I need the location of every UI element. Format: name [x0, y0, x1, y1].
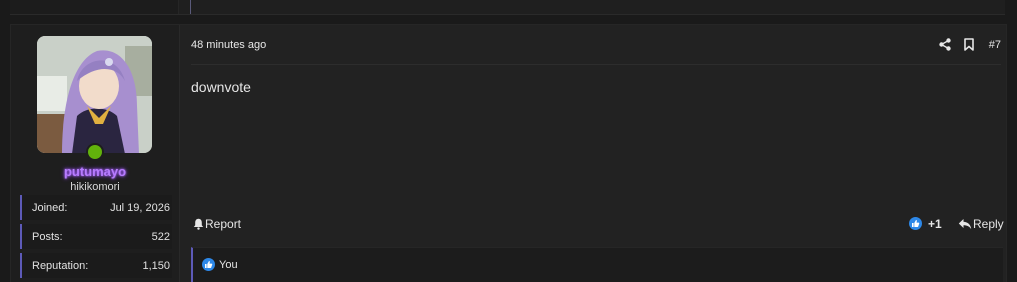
previous-post-footer — [10, 0, 1005, 15]
stat-label: Joined: — [32, 202, 68, 214]
stat-label: Posts: — [32, 231, 63, 243]
stat-value: Jul 19, 2026 — [110, 202, 170, 214]
stat-posts: Posts: 522 — [20, 224, 172, 249]
avatar-image — [37, 36, 152, 153]
reaction-count[interactable]: +1 — [928, 217, 942, 231]
post-timestamp[interactable]: 48 minutes ago — [191, 39, 266, 51]
stat-label: Reputation: — [32, 260, 89, 272]
post-number-link[interactable]: #7 — [989, 39, 1001, 51]
post-footer-left: Report — [193, 217, 253, 233]
username[interactable]: putumayo — [11, 164, 179, 179]
post: putumayo hikikomori Joined: Jul 19, 2026… — [10, 24, 1007, 282]
post-content: 48 minutes ago #7 downvote Report +1 Rep… — [191, 25, 1004, 282]
like-icon[interactable] — [909, 217, 922, 230]
reacted-by-text[interactable]: You — [219, 259, 238, 271]
previous-post-accent — [190, 0, 191, 14]
previous-post-userbar — [10, 0, 179, 14]
avatar[interactable] — [37, 36, 152, 153]
stat-value: 522 — [151, 231, 170, 243]
post-header-divider — [191, 64, 1001, 65]
stat-reputation: Reputation: 1,150 — [20, 253, 172, 278]
share-icon[interactable] — [939, 38, 951, 51]
stat-joined: Joined: Jul 19, 2026 — [20, 195, 172, 220]
reply-button[interactable]: Reply — [973, 217, 1004, 231]
thread-page: putumayo hikikomori Joined: Jul 19, 2026… — [0, 0, 1017, 282]
stat-value: 1,150 — [142, 260, 170, 272]
online-status-indicator — [86, 143, 104, 161]
user-sidebar: putumayo hikikomori Joined: Jul 19, 2026… — [11, 25, 180, 282]
post-message: downvote — [191, 79, 251, 95]
report-button[interactable]: Report — [205, 217, 241, 231]
user-title: hikikomori — [70, 181, 120, 193]
reactions-list[interactable]: You — [191, 247, 1003, 282]
like-icon — [202, 258, 215, 271]
bookmark-icon[interactable] — [964, 38, 974, 51]
reply-icon[interactable] — [958, 218, 972, 230]
post-header-actions: #7 — [931, 37, 1001, 53]
bell-icon[interactable] — [193, 218, 204, 230]
